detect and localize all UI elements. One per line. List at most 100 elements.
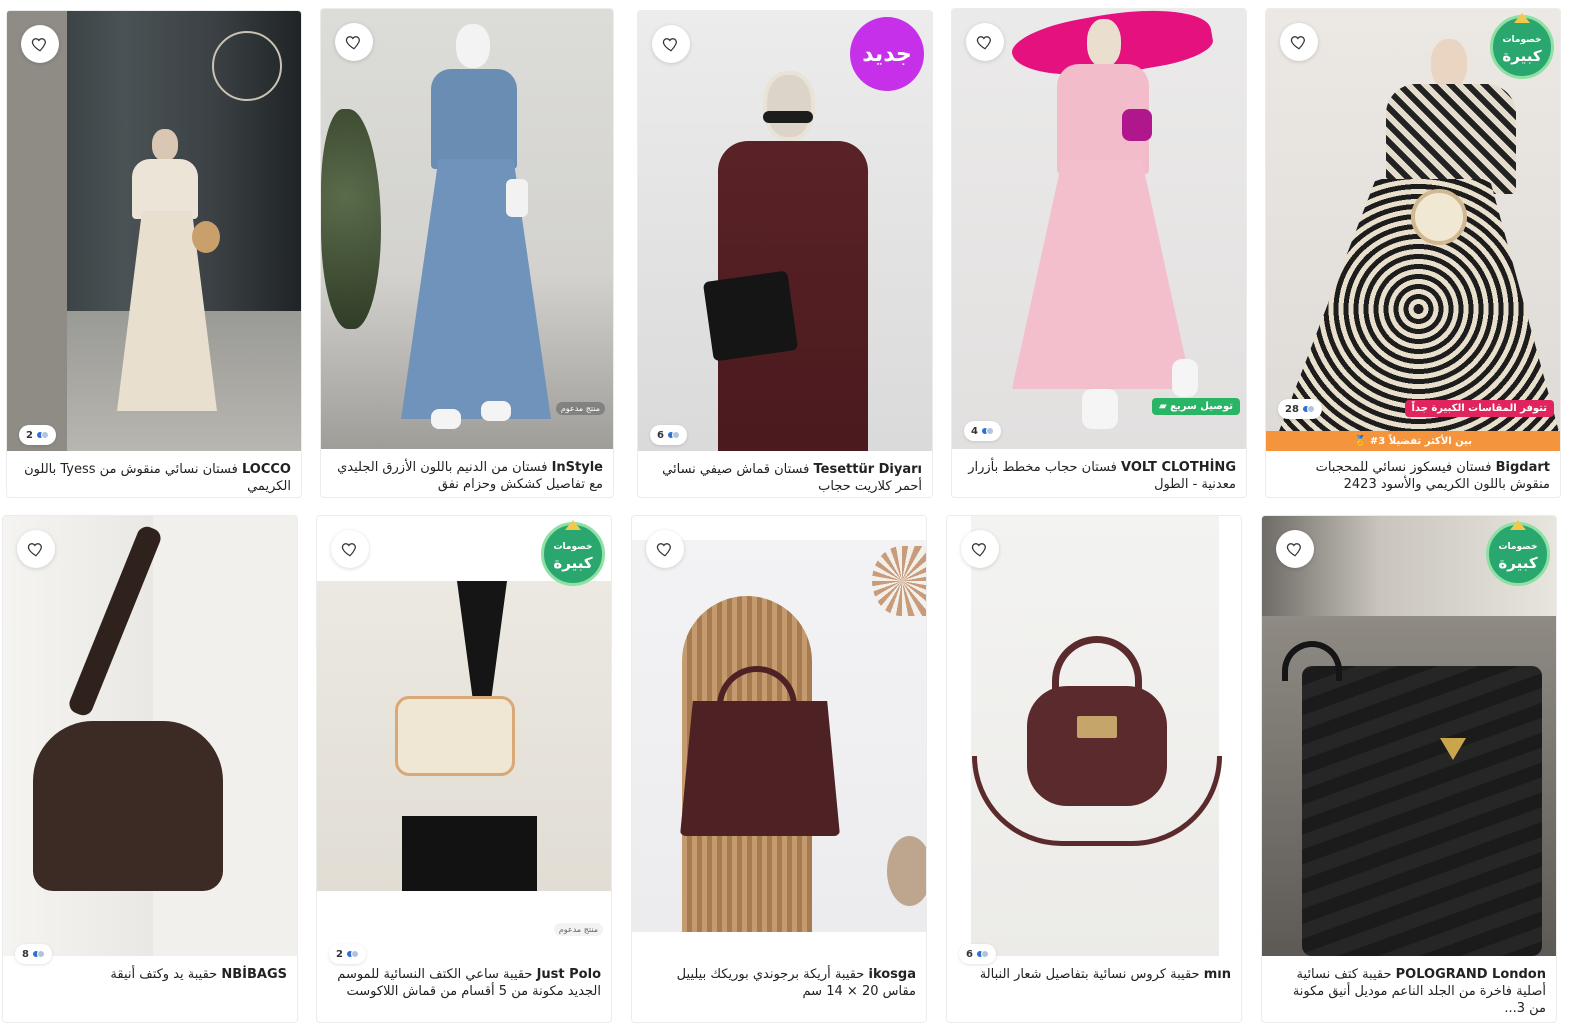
favorite-button[interactable] [335,23,373,61]
color-dots-icon [975,950,989,958]
color-count: 2 [336,948,343,960]
color-count: 6 [966,948,973,960]
discount-badge-bottom: كبيرة [553,554,593,572]
color-count: 2 [26,429,33,441]
product-title[interactable]: InStyle فستان من الدنيم باللون الأزرق ال… [331,459,603,493]
discount-badge-top: خصومات [553,542,593,552]
heart-icon [31,38,46,52]
product-card[interactable]: جديد 6 Tesettür Diyarı فستان قماش صيفي ن… [637,10,933,498]
product-brand: Bigdart [1495,460,1550,475]
heart-icon [345,36,360,50]
color-count-badge: 28 [1278,399,1322,419]
product-title[interactable]: Tesettür Diyarı فستان قماش صيفي نسائي أح… [648,461,922,495]
favorite-button[interactable] [652,25,690,63]
product-card[interactable]: منتج مدعوم InStyle فستان من الدنيم باللو… [320,8,614,498]
favorite-button[interactable] [966,23,1004,61]
product-card[interactable]: خصومات كبيرة تتوفر المقاسات الكبيرة جداً… [1265,8,1561,498]
product-brand: InStyle [551,460,603,475]
product-image[interactable] [952,9,1246,449]
big-discount-badge: خصومات كبيرة [1486,520,1550,586]
color-dots-icon [35,431,49,439]
product-card[interactable]: خصومات كبيرة POLOGRAND London حقيبة كتف … [1261,515,1557,1023]
product-card[interactable]: 2 LOCCO فستان نسائي منقوش من Tyess باللو… [6,10,302,498]
product-image[interactable] [7,11,301,451]
product-brand: Just Polo [536,967,601,982]
heart-icon [656,543,671,557]
product-title[interactable]: LOCCO فستان نسائي منقوش من Tyess باللون … [17,461,291,495]
product-image[interactable] [3,516,297,956]
heart-icon [27,543,42,557]
product-title[interactable]: ikosga حقيبة أريكة برجوندي بوريكك بيلييل… [642,966,916,1000]
heart-icon [1286,543,1301,557]
color-count-badge: 4 [964,421,1001,441]
product-brand: POLOGRAND London [1395,967,1546,982]
color-count: 4 [971,425,978,437]
product-brand: LOCCO [241,462,291,477]
product-image[interactable] [632,516,926,956]
favorites-rank-bar: 🏅 #3 بين الأكثر تفضيلاً [1266,431,1560,451]
truck-icon: ▰ [1159,401,1171,412]
product-brand: Tesettür Diyarı [813,462,923,477]
discount-badge-top: خصومات [1502,35,1542,45]
crown-icon [565,520,581,530]
product-card[interactable]: 6 mın حقيبة كروس نسائية بتفاصيل شعار الن… [946,515,1242,1023]
big-discount-badge: خصومات كبيرة [541,520,605,586]
favorite-button[interactable] [961,530,999,568]
sponsored-label: منتج مدعوم [555,402,605,415]
product-brand: VOLT CLOTHİNG [1121,460,1236,475]
product-brand: NBİBAGS [221,967,287,982]
trophy-icon: 🏅 [1353,435,1367,447]
product-card[interactable]: ▰ توصيل سريع 4 VOLT CLOTHİNG فستان حجاب … [951,8,1247,498]
new-badge: جديد [850,17,924,91]
product-title[interactable]: NBİBAGS حقيبة يد وكتف أنيقة [13,966,287,983]
fast-delivery-label: توصيل سريع [1170,401,1233,412]
crown-icon [1514,13,1530,23]
heart-icon [971,543,986,557]
product-image[interactable] [947,516,1241,956]
favorite-button[interactable] [646,530,684,568]
favorites-rank-label: #3 بين الأكثر تفضيلاً [1369,435,1473,447]
color-count: 6 [657,429,664,441]
product-image[interactable] [321,9,613,449]
plus-size-tag: تتوفر المقاسات الكبيرة جداً [1404,400,1554,417]
product-name: حقيبة يد وكتف أنيقة [110,967,218,982]
color-count-badge: 2 [329,944,366,964]
heart-icon [341,543,356,557]
discount-badge-top: خصومات [1498,542,1538,552]
product-title[interactable]: VOLT CLOTHİNG فستان حجاب مخطط بأزرار معد… [962,459,1236,493]
color-count-badge: 6 [959,944,996,964]
favorite-button[interactable] [1276,530,1314,568]
discount-badge-bottom: كبيرة [1498,554,1538,572]
heart-icon [1290,36,1305,50]
sponsored-label: منتج مدعوم [553,923,603,936]
favorite-button[interactable] [21,25,59,63]
product-title[interactable]: mın حقيبة كروس نسائية بتفاصيل شعار النبا… [957,966,1231,983]
color-count: 8 [22,948,29,960]
color-count-badge: 8 [15,944,52,964]
product-name: حقيبة كروس نسائية بتفاصيل شعار النبالة [979,967,1200,982]
fast-delivery-tag: ▰ توصيل سريع [1152,398,1240,415]
color-dots-icon [345,950,359,958]
color-count-badge: 6 [650,425,687,445]
heart-icon [976,36,991,50]
product-title[interactable]: Bigdart فستان فيسكوز نسائي للمحجبات منقو… [1276,459,1550,493]
discount-badge-bottom: كبيرة [1502,47,1542,65]
product-card[interactable]: ikosga حقيبة أريكة برجوندي بوريكك بيلييل… [631,515,927,1023]
favorite-button[interactable] [331,530,369,568]
color-dots-icon [1301,405,1315,413]
favorite-button[interactable] [1280,23,1318,61]
color-dots-icon [980,427,994,435]
crown-icon [1510,520,1526,530]
heart-icon [662,38,677,52]
big-discount-badge: خصومات كبيرة [1490,13,1554,79]
product-card[interactable]: 8 NBİBAGS حقيبة يد وكتف أنيقة [2,515,298,1023]
product-title[interactable]: Just Polo حقيبة ساعي الكتف النسائية للمو… [327,966,601,1000]
favorite-button[interactable] [17,530,55,568]
color-dots-icon [666,431,680,439]
product-title[interactable]: POLOGRAND London حقيبة كتف نسائية أصلية … [1272,966,1546,1017]
product-card[interactable]: خصومات كبيرة منتج مدعوم 2 Just Polo حقيب… [316,515,612,1023]
color-dots-icon [31,950,45,958]
product-grid: 2 LOCCO فستان نسائي منقوش من Tyess باللو… [0,0,1594,1030]
color-count: 28 [1285,403,1299,415]
product-brand: ikosga [868,967,917,982]
